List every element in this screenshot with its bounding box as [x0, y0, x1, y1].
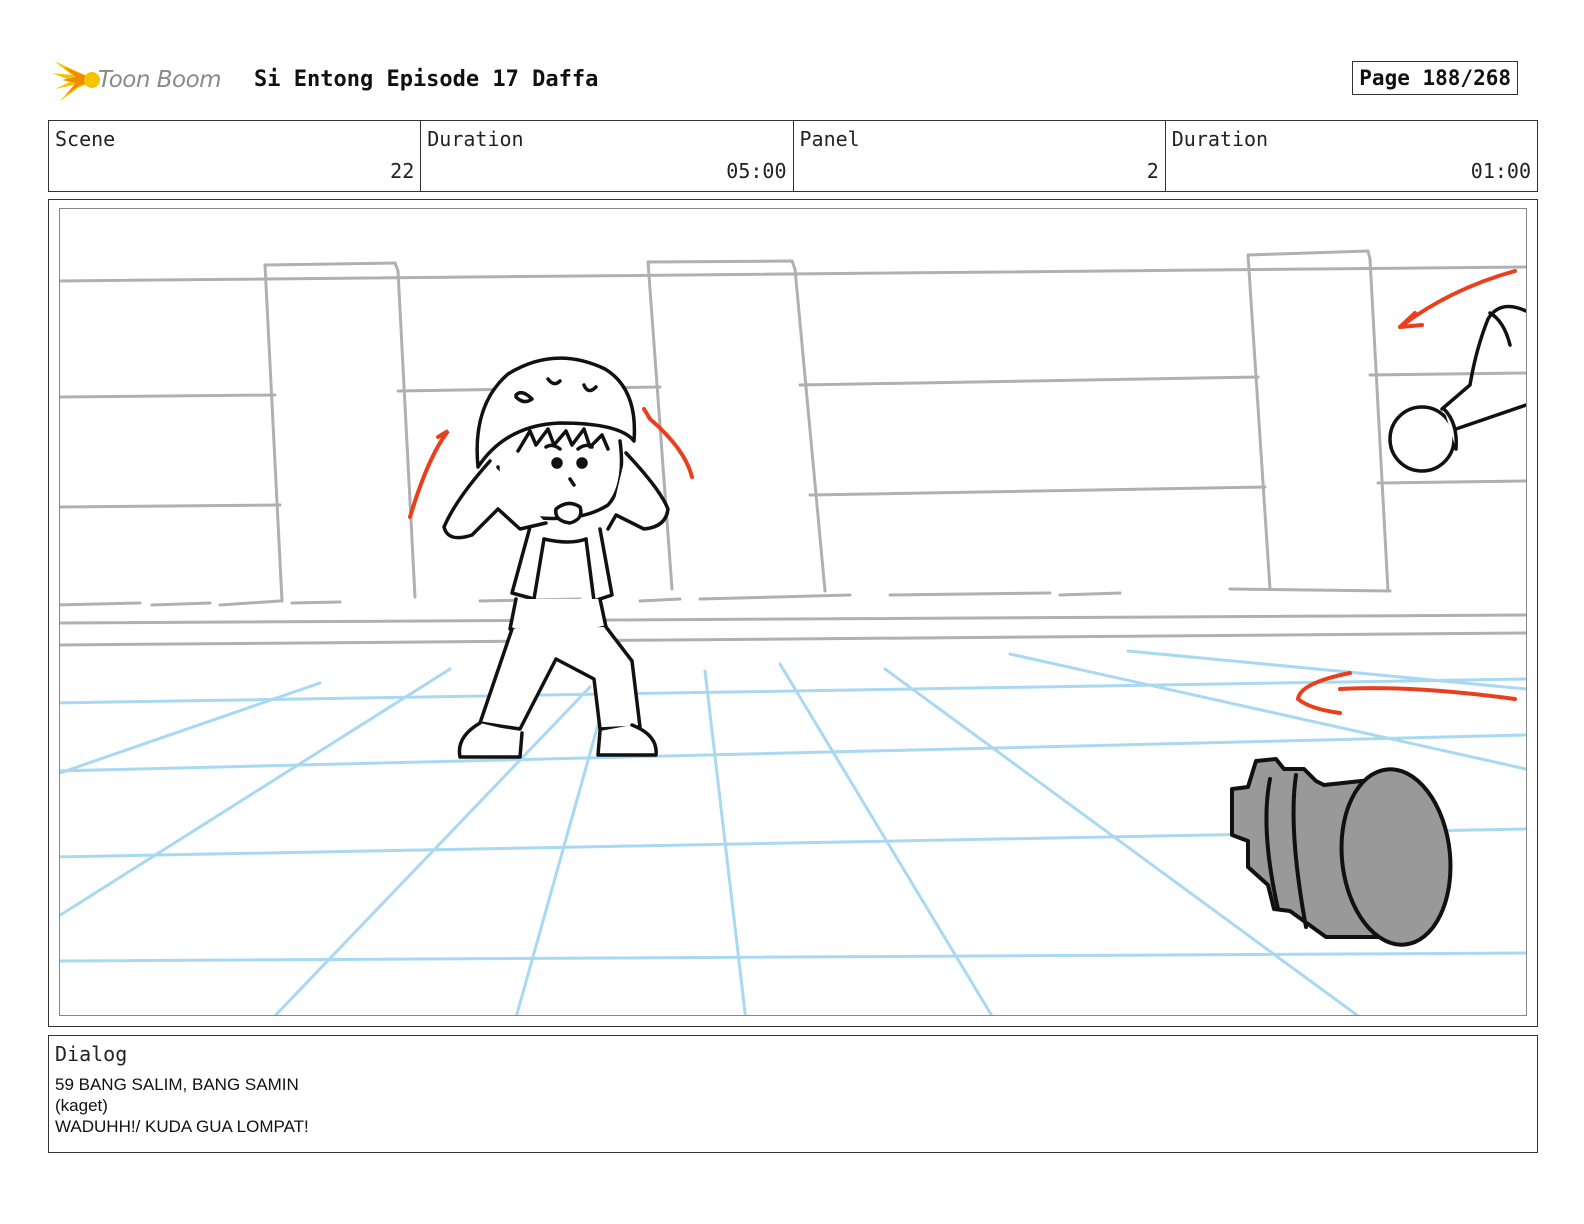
scene-cell: Scene 22: [49, 121, 422, 191]
dialog-label: Dialog: [55, 1042, 128, 1066]
dialog-line: 59 BANG SALIM, BANG SAMIN: [55, 1075, 299, 1094]
dialog-line: (kaget): [55, 1096, 108, 1115]
panel-label: Panel: [799, 127, 860, 151]
scene-duration-cell: Duration 05:00: [421, 121, 794, 191]
scene-duration-label: Duration: [427, 127, 524, 151]
dialog-text: 59 BANG SALIM, BANG SAMIN (kaget) WADUHH…: [55, 1074, 309, 1137]
page-number-badge: Page 188/268: [1352, 61, 1518, 95]
wall-sketch: [60, 249, 1526, 647]
storyboard-panel-frame: [48, 199, 1538, 1027]
scene-value: 22: [390, 159, 415, 183]
project-title: Si Entong Episode 17 Daffa: [254, 67, 599, 92]
fallen-cylinder-prop: [1230, 757, 1453, 947]
panel-cell: Panel 2: [794, 121, 1166, 191]
panel-drawing: [59, 208, 1527, 1016]
dialog-box: Dialog 59 BANG SALIM, BANG SAMIN (kaget)…: [48, 1035, 1538, 1153]
starburst-logo-icon: [52, 61, 100, 101]
panel-duration-value: 01:00: [1470, 159, 1531, 183]
panel-duration-cell: Duration 01:00: [1166, 121, 1537, 191]
panel-duration-label: Duration: [1171, 127, 1269, 151]
scene-info-table: Scene 22 Duration 05:00 Panel 2 Duration…: [48, 120, 1538, 192]
panel-value: 2: [1146, 159, 1159, 183]
sketch-canvas: [60, 249, 1526, 1015]
offscreen-character-sketch: [1388, 304, 1526, 473]
scene-duration-value: 05:00: [726, 159, 787, 183]
logo-text: Toon Boom: [98, 67, 222, 93]
toon-boom-logo: Toon Boom: [52, 55, 242, 105]
scene-label: Scene: [55, 127, 116, 151]
dialog-line: WADUHH!/ KUDA GUA LOMPAT!: [55, 1117, 309, 1136]
storyboard-header: Toon Boom Si Entong Episode 17 Daffa Pag…: [48, 55, 1538, 105]
